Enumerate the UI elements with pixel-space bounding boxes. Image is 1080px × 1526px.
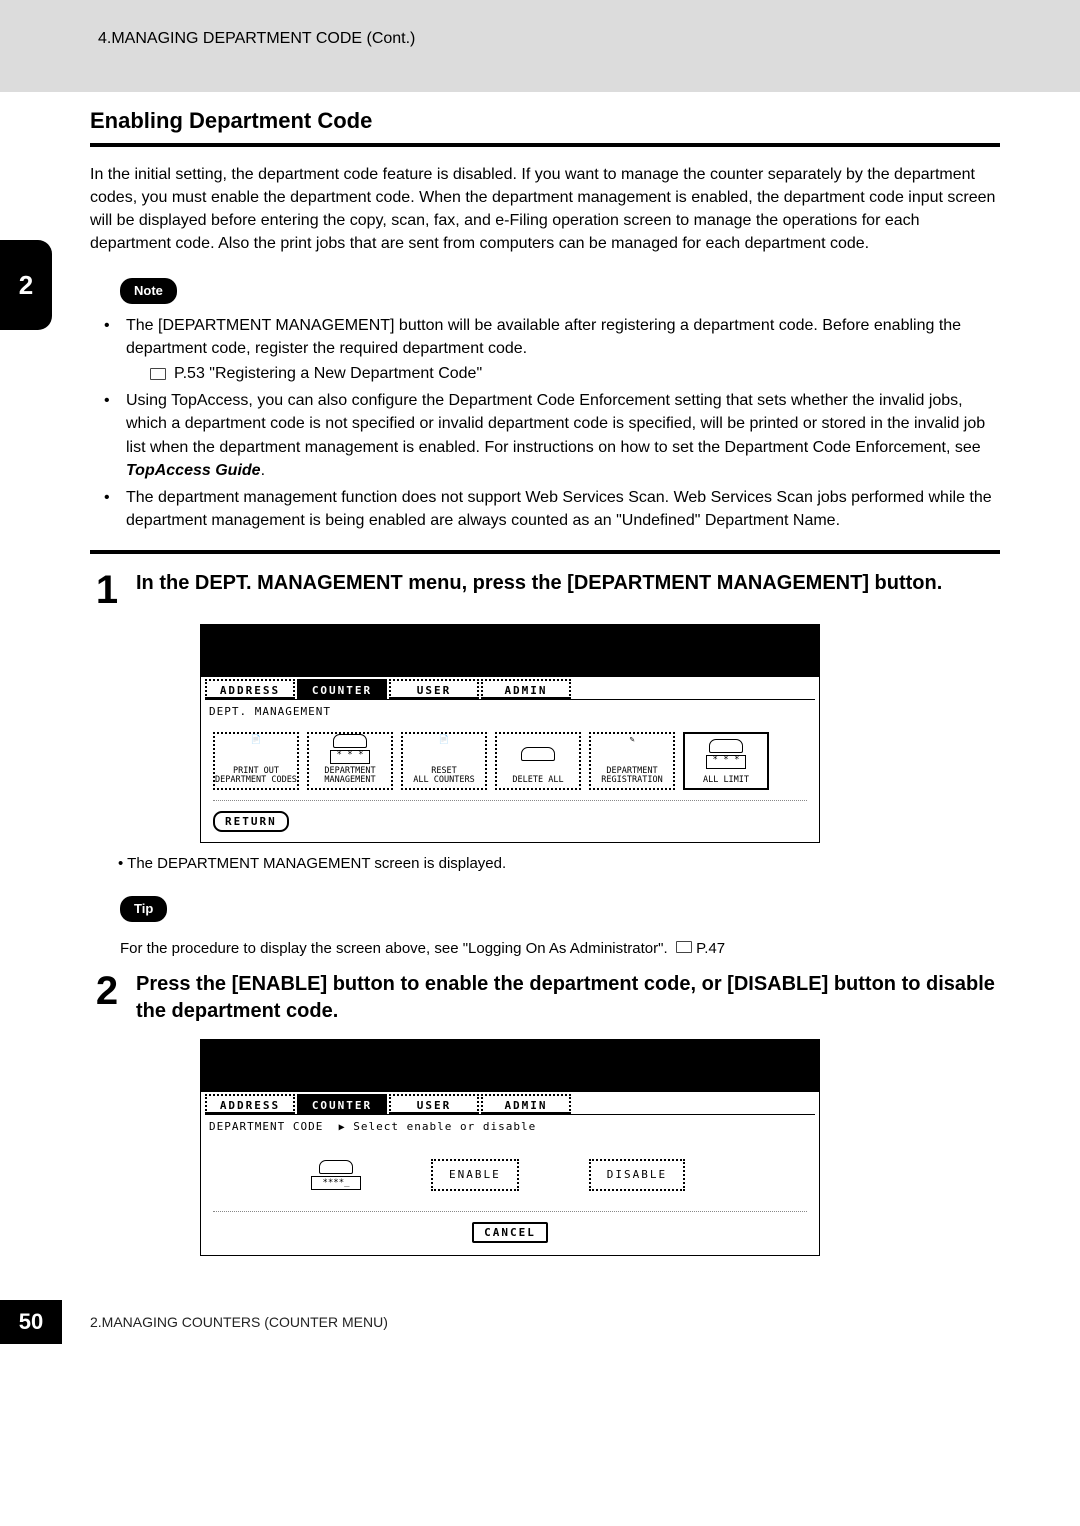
- panel-btn-all-limit[interactable]: * * * ALL LIMIT: [683, 732, 769, 790]
- note-guide-ref: TopAccess Guide: [126, 462, 261, 479]
- book-icon: [150, 368, 166, 380]
- lcd-panel-enable-disable: ADDRESS COUNTER USER ADMIN DEPARTMENT CO…: [200, 1039, 820, 1256]
- key-icon: [333, 734, 367, 748]
- panel-tab-address[interactable]: ADDRESS: [205, 1094, 295, 1114]
- panel-btn-label: DEPARTMENT REGISTRATION: [591, 767, 673, 785]
- section-title: Enabling Department Code: [90, 106, 1000, 137]
- panel-tab-user[interactable]: USER: [389, 679, 479, 699]
- header-breadcrumb: 4.MANAGING DEPARTMENT CODE (Cont.): [90, 0, 1080, 50]
- intro-paragraph: In the initial setting, the department c…: [90, 163, 1000, 256]
- note-text: The department management function does …: [126, 486, 1000, 532]
- panel-btn-reset-counters[interactable]: 📄 RESET ALL COUNTERS: [401, 732, 487, 790]
- panel-btn-label: DELETE ALL: [497, 776, 579, 785]
- panel-btn-enable[interactable]: ENABLE: [431, 1159, 519, 1190]
- panel-tab-counter[interactable]: COUNTER: [297, 1094, 387, 1114]
- note-text: The [DEPARTMENT MANAGEMENT] button will …: [126, 317, 961, 357]
- tip-badge: Tip: [120, 896, 167, 922]
- note-ref: P.53 "Registering a New Department Code": [174, 362, 482, 385]
- step-instruction: In the DEPT. MANAGEMENT menu, press the …: [136, 570, 1000, 610]
- panel-btn-label: ALL LIMIT: [685, 776, 767, 785]
- panel-btn-return[interactable]: RETURN: [213, 811, 289, 832]
- note-badge: Note: [120, 278, 177, 304]
- panel-breadcrumb: DEPT. MANAGEMENT: [201, 700, 819, 721]
- panel-tab-counter[interactable]: COUNTER: [297, 679, 387, 699]
- panel-topbar: [201, 1040, 819, 1092]
- divider: [90, 550, 1000, 554]
- panel-btn-delete-all[interactable]: DELETE ALL: [495, 732, 581, 790]
- key-graphic: ****_: [311, 1160, 361, 1190]
- panel-btn-label: PRINT OUT DEPARTMENT CODES: [215, 767, 297, 785]
- code-icon: * * *: [330, 750, 370, 764]
- step-result: • The DEPARTMENT MANAGEMENT screen is di…: [118, 853, 1000, 874]
- book-icon: [676, 941, 692, 953]
- registration-icon: ✎: [610, 736, 654, 762]
- note-item: • The department management function doe…: [104, 486, 1000, 532]
- step-number: 2: [90, 971, 124, 1025]
- step-number: 1: [90, 570, 124, 610]
- panel-btn-print-dept-codes[interactable]: 📄 PRINT OUT DEPARTMENT CODES: [213, 732, 299, 790]
- panel-tab-admin[interactable]: ADMIN: [481, 679, 571, 699]
- divider: [90, 143, 1000, 147]
- reset-icon: 📄: [422, 736, 466, 762]
- lcd-panel-dept-management: ADDRESS COUNTER USER ADMIN DEPT. MANAGEM…: [200, 624, 820, 843]
- panel-tab-admin[interactable]: ADMIN: [481, 1094, 571, 1114]
- key-icon: [709, 739, 743, 753]
- footer-section-title: 2.MANAGING COUNTERS (COUNTER MENU): [90, 1313, 388, 1333]
- panel-btn-cancel[interactable]: CANCEL: [472, 1222, 548, 1243]
- panel-btn-disable[interactable]: DISABLE: [589, 1159, 685, 1190]
- tip-text: For the procedure to display the screen …: [120, 938, 1000, 959]
- panel-topbar: [201, 625, 819, 677]
- tip-ref: P.47: [696, 940, 725, 957]
- note-item: • Using TopAccess, you can also configur…: [104, 389, 1000, 482]
- note-item: • The [DEPARTMENT MANAGEMENT] button wil…: [104, 314, 1000, 386]
- panel-tab-address[interactable]: ADDRESS: [205, 679, 295, 699]
- code-icon: * * *: [706, 755, 746, 769]
- page-number: 50: [0, 1300, 62, 1344]
- panel-btn-dept-management[interactable]: * * * DEPARTMENT MANAGEMENT: [307, 732, 393, 790]
- panel-tab-user[interactable]: USER: [389, 1094, 479, 1114]
- key-icon: [319, 1160, 353, 1174]
- chapter-tab: 2: [0, 240, 52, 330]
- key-icon: [521, 747, 555, 761]
- step-instruction: Press the [ENABLE] button to enable the …: [136, 971, 1000, 1025]
- panel-breadcrumb: DEPARTMENT CODE ▶ Select enable or disab…: [201, 1115, 819, 1137]
- panel-btn-label: RESET ALL COUNTERS: [403, 767, 485, 785]
- code-icon: ****_: [311, 1176, 361, 1190]
- printout-icon: 📄: [234, 736, 278, 762]
- panel-btn-dept-registration[interactable]: ✎ DEPARTMENT REGISTRATION: [589, 732, 675, 790]
- breadcrumb-arrow-icon: ▶: [339, 1122, 346, 1133]
- note-text: Using TopAccess, you can also configure …: [126, 392, 985, 455]
- panel-btn-label: DEPARTMENT MANAGEMENT: [309, 767, 391, 785]
- note-text: .: [261, 462, 265, 479]
